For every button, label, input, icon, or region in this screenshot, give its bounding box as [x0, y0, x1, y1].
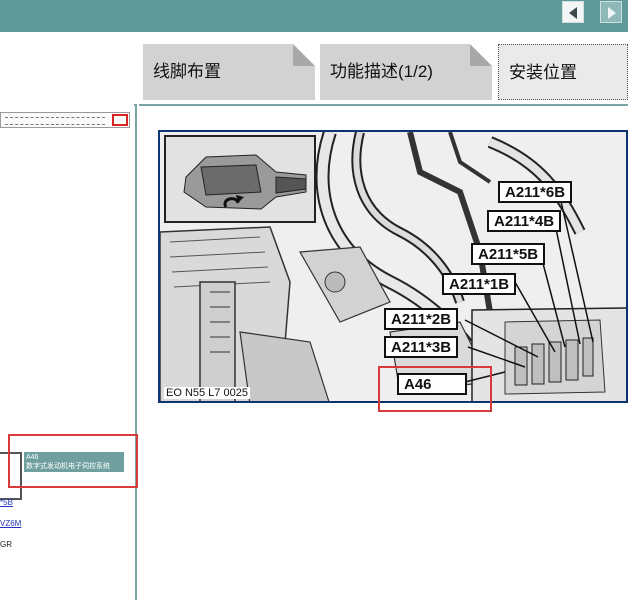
- engine-overview-inset: [164, 135, 316, 223]
- tab-function-description[interactable]: 功能描述(1/2): [320, 44, 492, 100]
- diagram-overview-strip[interactable]: [0, 112, 130, 128]
- a46-highlight-box: [378, 366, 492, 412]
- tab-pin-layout[interactable]: 线脚布置: [143, 44, 315, 100]
- tab-label: 安装位置: [509, 63, 577, 82]
- overview-lines: [5, 117, 105, 125]
- installation-location-figure: A211*6B A211*4B A211*5B A211*1B A211*2B …: [158, 130, 628, 403]
- tab-label: 线脚布置: [153, 62, 221, 81]
- diagram-link[interactable]: VZ6M: [0, 519, 21, 528]
- tab-install-location[interactable]: 安装位置: [498, 44, 628, 100]
- figure-caption: EO N55 L7 0025: [164, 387, 250, 399]
- callout-a211-1b: A211*1B: [442, 273, 517, 295]
- tab-bar: 线脚布置 功能描述(1/2) 安装位置: [0, 32, 628, 104]
- content-top-border: [139, 104, 628, 106]
- previous-page-button[interactable]: [562, 1, 584, 23]
- top-toolbar: [0, 0, 628, 32]
- wiring-diagram-panel[interactable]: A46 数字式发动机电子伺控系统 *5B VZ6M GR: [0, 106, 138, 600]
- callout-a211-6b: A211*6B: [498, 181, 573, 203]
- next-page-button[interactable]: [600, 1, 622, 23]
- diagram-text: GR: [0, 540, 12, 549]
- tab-fold-corner: [293, 44, 315, 66]
- tab-label: 功能描述(1/2): [330, 62, 433, 81]
- engine-overview-illustration: [166, 137, 314, 221]
- callout-a211-2b: A211*2B: [384, 308, 459, 330]
- diagram-link[interactable]: *5B: [0, 498, 13, 507]
- callout-a211-4b: A211*4B: [487, 210, 562, 232]
- component-highlight-box: [8, 434, 138, 488]
- triangle-right-icon: [608, 7, 616, 19]
- callout-a211-3b: A211*3B: [384, 336, 459, 358]
- overview-highlight: [112, 114, 128, 126]
- callout-a211-5b: A211*5B: [471, 243, 546, 265]
- tab-fold-corner: [470, 44, 492, 66]
- triangle-left-icon: [569, 7, 577, 19]
